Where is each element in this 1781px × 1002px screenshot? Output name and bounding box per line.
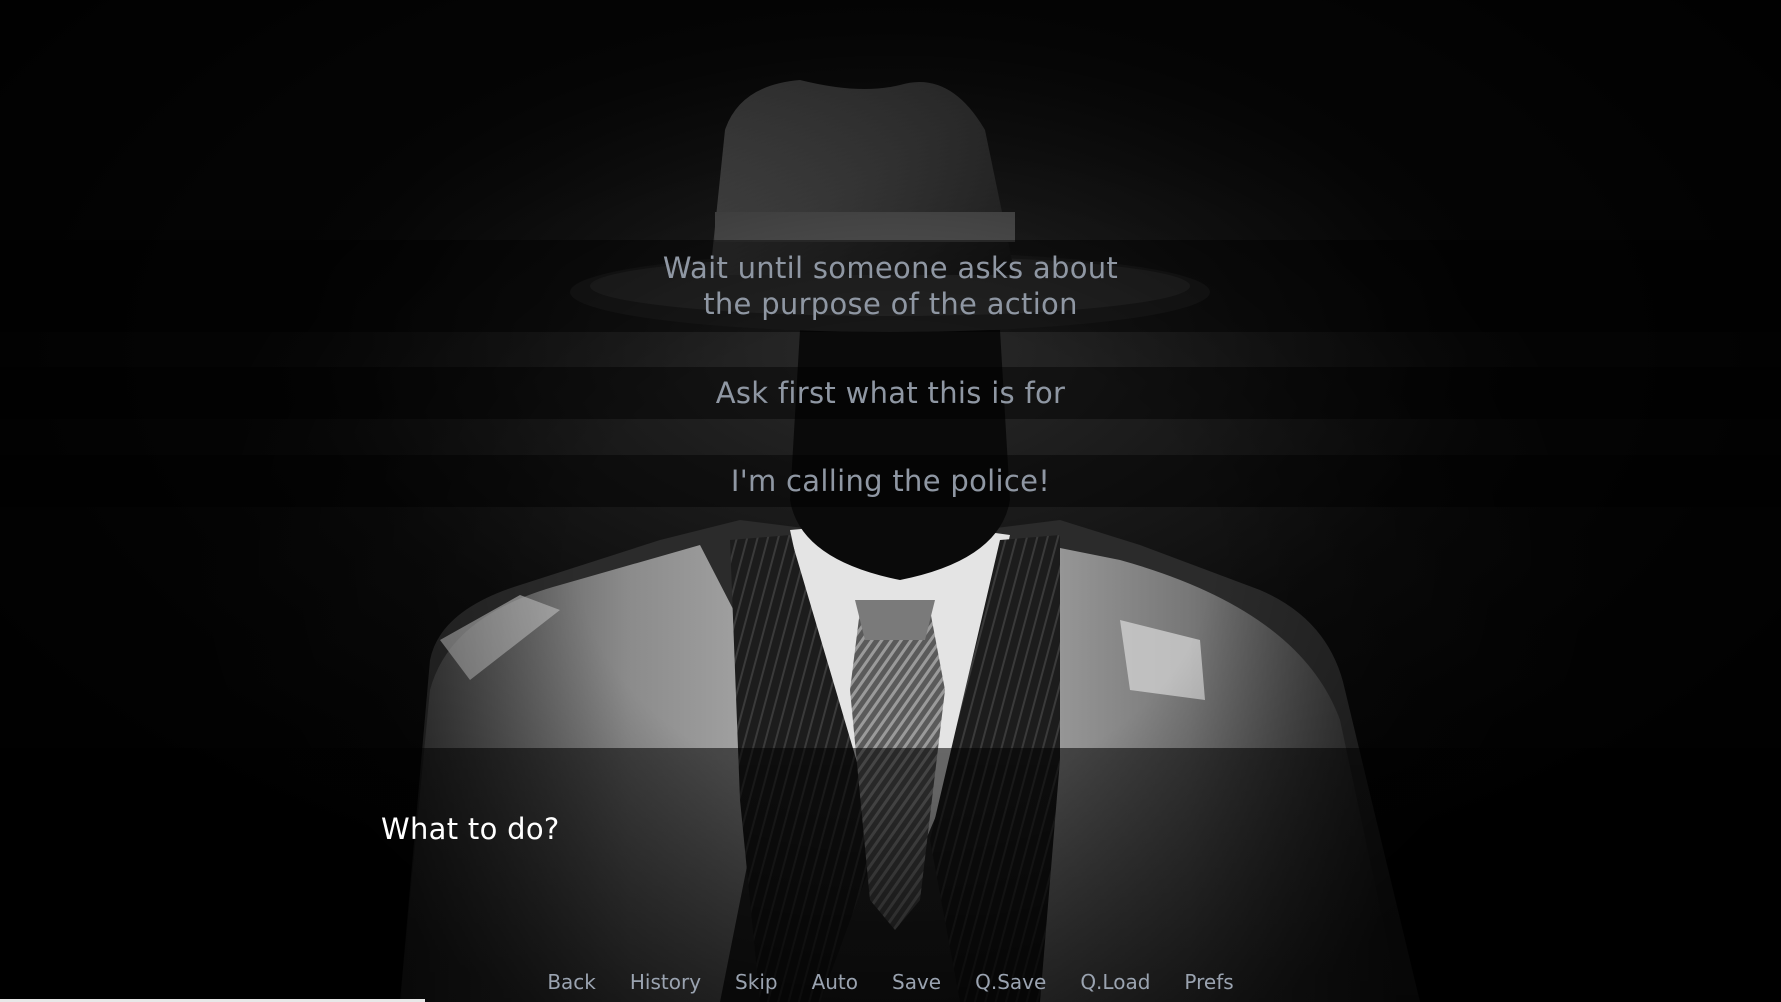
choice-button-ask[interactable]: Ask first what this is for	[0, 367, 1781, 419]
back-button[interactable]: Back	[547, 970, 596, 998]
choice-label: I'm calling the police!	[730, 464, 1051, 498]
dialogue-text: What to do?	[381, 812, 560, 846]
choice-label: Wait until someone asks about the purpos…	[662, 251, 1119, 321]
history-button[interactable]: History	[596, 970, 701, 998]
dialogue-box[interactable]	[0, 748, 1781, 1002]
choice-button-wait[interactable]: Wait until someone asks about the purpos…	[0, 240, 1781, 332]
auto-button[interactable]: Auto	[778, 970, 858, 998]
quick-menu: Back History Skip Auto Save Q.Save Q.Loa…	[0, 970, 1781, 998]
choice-label: Ask first what this is for	[715, 376, 1066, 410]
skip-button[interactable]: Skip	[701, 970, 778, 998]
prefs-button[interactable]: Prefs	[1150, 970, 1233, 998]
choice-button-police[interactable]: I'm calling the police!	[0, 455, 1781, 507]
save-button[interactable]: Save	[858, 970, 941, 998]
quick-save-button[interactable]: Q.Save	[941, 970, 1046, 998]
quick-load-button[interactable]: Q.Load	[1046, 970, 1150, 998]
